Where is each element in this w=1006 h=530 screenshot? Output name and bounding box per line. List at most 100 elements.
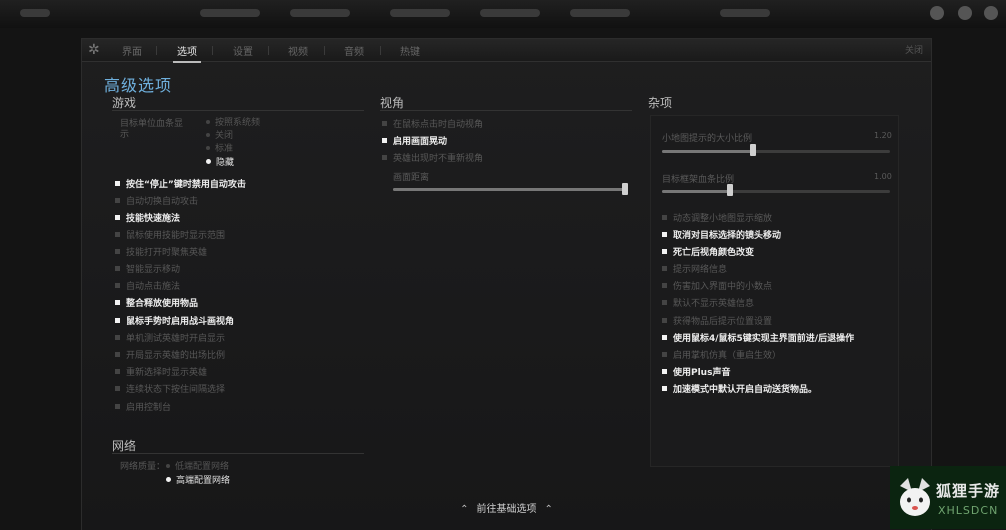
checkbox-test-hero[interactable]: 单机测试英雄时开启显示 bbox=[115, 333, 225, 345]
chevron-up-icon: ⌃ bbox=[460, 504, 469, 515]
radio-low-network[interactable]: 低端配置网络 bbox=[166, 462, 229, 473]
section-title-camera: 视角 bbox=[380, 96, 405, 110]
section-divider bbox=[112, 110, 364, 111]
checkbox-label: 启用掌机仿真（重启生效） bbox=[673, 351, 782, 361]
background-taskbar bbox=[0, 0, 1006, 28]
checkbox-box bbox=[115, 249, 120, 254]
section-divider bbox=[112, 453, 364, 454]
checkbox-plus-sound[interactable]: 使用Plus声音 bbox=[662, 367, 730, 379]
checkbox-quick-cast[interactable]: 技能快速施法 bbox=[115, 213, 180, 225]
checkbox-handheld-emulation[interactable]: 启用掌机仿真（重启生效） bbox=[662, 350, 781, 362]
checkbox-toggle-auto-attack[interactable]: 自动切换自动攻击 bbox=[115, 196, 198, 208]
watermark-logo: 狐狸手游 XHLSDCN bbox=[890, 466, 1006, 529]
checkbox-auto-deliver[interactable]: 加速模式中默认开启自动送货物品。 bbox=[662, 384, 817, 396]
radio-option[interactable]: 标准 bbox=[206, 144, 233, 155]
blurred-item bbox=[570, 9, 630, 17]
checkbox-damage-decimal[interactable]: 伤害加入界面中的小数点 bbox=[662, 281, 772, 293]
chevron-up-icon: ⌃ bbox=[544, 504, 553, 515]
radio-high-network[interactable]: 高端配置网络 bbox=[166, 476, 230, 487]
radio-label: 隐藏 bbox=[216, 158, 235, 168]
checkbox-label: 整合释放使用物品 bbox=[126, 299, 199, 309]
tab-settings[interactable]: 设置 bbox=[233, 43, 253, 58]
checkbox-interval-select[interactable]: 连续状态下按住间隔选择 bbox=[115, 384, 225, 396]
checkbox-label: 开局显示英雄的出场比例 bbox=[126, 351, 226, 361]
checkbox-box bbox=[382, 121, 387, 126]
checkbox-label: 鼠标使用技能时显示范围 bbox=[126, 231, 226, 241]
checkbox-box bbox=[662, 266, 667, 271]
checkbox-console[interactable]: 启用控制台 bbox=[115, 402, 171, 414]
checkbox-box bbox=[115, 318, 120, 323]
checkbox-box bbox=[662, 249, 667, 254]
slider-thumb[interactable] bbox=[622, 183, 628, 195]
checkbox-auto-click-cast[interactable]: 自动点击施法 bbox=[115, 281, 180, 293]
checkbox-hide-hero-info[interactable]: 默认不显示英雄信息 bbox=[662, 298, 754, 310]
checkbox-smart-move[interactable]: 智能显示移动 bbox=[115, 264, 180, 276]
checkbox-label: 默认不显示英雄信息 bbox=[673, 299, 755, 309]
section-title-misc: 杂项 bbox=[648, 96, 673, 110]
checkbox-box bbox=[662, 318, 667, 323]
checkbox-mouse-4-5[interactable]: 使用鼠标4/鼠标5键实现主界面前进/后退操作 bbox=[662, 333, 854, 345]
checkbox-box bbox=[115, 181, 120, 186]
checkbox-network-info[interactable]: 提示网络信息 bbox=[662, 264, 727, 276]
slider-thumb[interactable] bbox=[727, 184, 734, 196]
checkbox-disable-auto-attack[interactable]: 按住“停止”键时禁用自动攻击 bbox=[115, 179, 246, 191]
checkbox-box bbox=[115, 404, 120, 409]
minimap-scale-slider[interactable] bbox=[662, 150, 890, 153]
slider-thumb[interactable] bbox=[750, 144, 757, 156]
radio-label: 按照系统频 bbox=[215, 118, 261, 128]
checkbox-box bbox=[115, 232, 120, 237]
checkbox-label: 智能显示移动 bbox=[126, 265, 181, 275]
section-title-network: 网络 bbox=[112, 439, 137, 453]
checkbox-auto-camera[interactable]: 在鼠标点击时自动视角 bbox=[382, 119, 483, 131]
checkbox-use-items[interactable]: 整合释放使用物品 bbox=[115, 298, 198, 310]
checkbox-screen-shake[interactable]: 启用画面晃动 bbox=[382, 136, 447, 148]
radio-option-selected[interactable]: 隐藏 bbox=[206, 158, 234, 169]
checkbox-show-range[interactable]: 鼠标使用技能时显示范围 bbox=[115, 230, 225, 242]
basic-options-link[interactable]: ⌃ 前往基础选项 ⌃ bbox=[82, 500, 931, 515]
checkbox-cancel-camera-move[interactable]: 取消对目标选择的镜头移动 bbox=[662, 230, 781, 242]
tab-divider bbox=[212, 46, 213, 55]
target-frame-scale-slider[interactable] bbox=[662, 190, 890, 193]
tab-options[interactable]: 选项 bbox=[173, 43, 201, 63]
close-button[interactable]: 关闭 bbox=[905, 43, 923, 56]
radio-dot bbox=[166, 464, 170, 468]
checkbox-reselect-hero[interactable]: 重新选择时显示英雄 bbox=[115, 367, 207, 379]
radio-dot bbox=[206, 146, 210, 150]
gear-icon[interactable]: ✲ bbox=[88, 42, 100, 58]
checkbox-label: 死亡后视角颜色改变 bbox=[673, 248, 755, 258]
slider-fill bbox=[662, 190, 731, 193]
checkbox-focus-hero[interactable]: 技能打开时聚焦英雄 bbox=[115, 247, 207, 259]
radio-option[interactable]: 按照系统频 bbox=[206, 118, 260, 129]
tab-audio[interactable]: 音频 bbox=[344, 43, 364, 58]
checkbox-death-color[interactable]: 死亡后视角颜色改变 bbox=[662, 247, 754, 259]
tab-hotkeys[interactable]: 热键 bbox=[400, 43, 420, 58]
checkbox-item-hint[interactable]: 获得物品后提示位置设置 bbox=[662, 316, 772, 328]
checkbox-box bbox=[115, 300, 120, 305]
blurred-item bbox=[290, 9, 350, 17]
radio-label: 高端配置网络 bbox=[176, 476, 231, 486]
watermark-domain: XHLSDCN bbox=[938, 504, 999, 517]
tab-interface[interactable]: 界面 bbox=[122, 43, 142, 58]
minimap-scale-label: 小地图提示的大小比例 bbox=[662, 134, 753, 144]
tab-bar: ✲ 界面 选项 设置 视频 音频 热键 关闭 bbox=[82, 39, 931, 63]
slider-fill bbox=[393, 188, 625, 191]
checkbox-mouse-gesture-camera[interactable]: 鼠标手势时启用战斗画视角 bbox=[115, 316, 234, 328]
tab-divider bbox=[156, 46, 157, 55]
radio-label: 关闭 bbox=[215, 131, 234, 141]
watermark-text: 狐狸手游 bbox=[936, 482, 1001, 500]
target-frame-scale-label: 目标框架血条比例 bbox=[662, 175, 735, 185]
tab-video[interactable]: 视频 bbox=[288, 43, 308, 58]
checkbox-hero-camera[interactable]: 英雄出现时不重新视角 bbox=[382, 153, 483, 165]
checkbox-hero-ratio[interactable]: 开局显示英雄的出场比例 bbox=[115, 350, 225, 362]
checkbox-label: 自动切换自动攻击 bbox=[126, 197, 199, 207]
checkbox-label: 连续状态下按住间隔选择 bbox=[126, 385, 226, 395]
checkbox-label: 在鼠标点击时自动视角 bbox=[393, 120, 484, 130]
settings-window: ✲ 界面 选项 设置 视频 音频 热键 关闭 高级选项 游戏 目标单位血条显示 … bbox=[81, 38, 932, 530]
checkbox-box bbox=[662, 283, 667, 288]
radio-option[interactable]: 关闭 bbox=[206, 131, 233, 142]
camera-distance-slider[interactable] bbox=[393, 188, 625, 191]
checkbox-label: 伤害加入界面中的小数点 bbox=[673, 282, 773, 292]
checkbox-label: 技能打开时聚焦英雄 bbox=[126, 248, 208, 258]
checkbox-minimap-zoom[interactable]: 动态调整小地图显示缩放 bbox=[662, 213, 772, 225]
checkbox-box bbox=[115, 215, 120, 220]
